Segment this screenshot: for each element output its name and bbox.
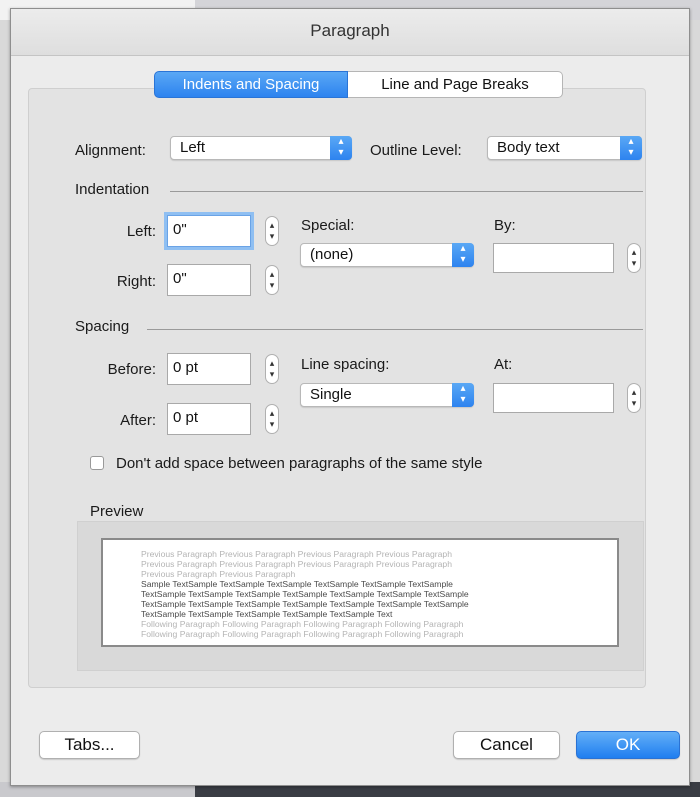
alignment-value: Left bbox=[180, 139, 206, 156]
preview-following-line: Following Paragraph Following Paragraph … bbox=[141, 629, 464, 639]
preview-sample-line: TextSample TextSample TextSample TextSam… bbox=[141, 599, 469, 609]
indent-right-stepper[interactable]: ▴ ▾ bbox=[265, 265, 279, 295]
chevron-updown-icon: ▴ ▾ bbox=[452, 243, 474, 267]
outline-level-select[interactable]: Body text ▴ ▾ bbox=[487, 136, 642, 160]
chevron-updown-icon: ▴ ▾ bbox=[620, 136, 642, 160]
preview-sample-line: Sample TextSample TextSample TextSample … bbox=[141, 579, 453, 589]
tab-indents-and-spacing[interactable]: Indents and Spacing bbox=[154, 71, 348, 98]
special-label: Special: bbox=[301, 217, 355, 234]
spacing-after-label: After: bbox=[120, 412, 156, 429]
spacing-section-label: Spacing bbox=[75, 318, 130, 335]
line-spacing-select[interactable]: Single ▴ ▾ bbox=[300, 383, 474, 407]
spacing-before-label: Before: bbox=[107, 361, 156, 378]
at-stepper[interactable]: ▴ ▾ bbox=[627, 383, 641, 413]
indent-left-label: Left: bbox=[126, 223, 156, 240]
chevron-updown-icon: ▴ ▾ bbox=[330, 136, 352, 160]
preview-sample-line: TextSample TextSample TextSample TextSam… bbox=[141, 589, 469, 599]
indentation-divider bbox=[170, 191, 643, 192]
spacing-before-field[interactable]: 0 pt bbox=[167, 353, 251, 385]
tab-line-and-page-breaks[interactable]: Line and Page Breaks bbox=[348, 71, 563, 98]
indent-right-value: 0" bbox=[173, 270, 187, 287]
line-spacing-label: Line spacing: bbox=[301, 356, 390, 373]
line-spacing-value: Single bbox=[310, 386, 352, 403]
chevron-updown-icon: ▴ ▾ bbox=[452, 383, 474, 407]
indent-right-field[interactable]: 0" bbox=[167, 264, 251, 296]
spacing-divider bbox=[147, 329, 643, 330]
special-select[interactable]: (none) ▴ ▾ bbox=[300, 243, 474, 267]
ok-button[interactable]: OK bbox=[576, 731, 680, 759]
by-field[interactable] bbox=[493, 243, 614, 273]
dialog-title: Paragraph bbox=[11, 9, 689, 56]
at-field[interactable] bbox=[493, 383, 614, 413]
indentation-section-label: Indentation bbox=[75, 181, 150, 198]
outline-level-value: Body text bbox=[497, 139, 560, 156]
tab-bar: Indents and Spacing Line and Page Breaks bbox=[154, 71, 563, 98]
alignment-select[interactable]: Left ▴ ▾ bbox=[170, 136, 352, 160]
indent-left-value: 0" bbox=[173, 221, 187, 238]
outline-level-label: Outline Level: bbox=[370, 142, 462, 159]
special-value: (none) bbox=[310, 246, 354, 263]
indent-left-stepper[interactable]: ▴ ▾ bbox=[265, 216, 279, 246]
preview-label: Preview bbox=[90, 503, 144, 520]
alignment-label: Alignment: bbox=[75, 142, 146, 159]
preview-following-line: Following Paragraph Following Paragraph … bbox=[141, 619, 464, 629]
indent-right-label: Right: bbox=[116, 273, 156, 290]
preview-page: Previous Paragraph Previous Paragraph Pr… bbox=[101, 538, 619, 647]
indent-left-field[interactable]: 0" bbox=[164, 212, 254, 250]
spacing-after-field[interactable]: 0 pt bbox=[167, 403, 251, 435]
spacing-after-stepper[interactable]: ▴ ▾ bbox=[265, 404, 279, 434]
by-stepper[interactable]: ▴ ▾ bbox=[627, 243, 641, 273]
spacing-before-stepper[interactable]: ▴ ▾ bbox=[265, 354, 279, 384]
dont-add-space-checkbox[interactable] bbox=[90, 456, 104, 470]
preview-sample-line: TextSample TextSample TextSample TextSam… bbox=[141, 609, 393, 619]
preview-previous-line: Previous Paragraph Previous Paragraph Pr… bbox=[141, 559, 452, 569]
preview-previous-line: Previous Paragraph Previous Paragraph bbox=[141, 569, 296, 579]
preview-previous-line: Previous Paragraph Previous Paragraph Pr… bbox=[141, 549, 452, 559]
by-label: By: bbox=[494, 217, 516, 234]
dont-add-space-label: Don't add space between paragraphs of th… bbox=[116, 455, 483, 472]
tabs-button[interactable]: Tabs... bbox=[39, 731, 140, 759]
spacing-before-value: 0 pt bbox=[173, 359, 199, 376]
at-label: At: bbox=[494, 356, 513, 373]
cancel-button[interactable]: Cancel bbox=[453, 731, 560, 759]
spacing-after-value: 0 pt bbox=[173, 409, 199, 426]
